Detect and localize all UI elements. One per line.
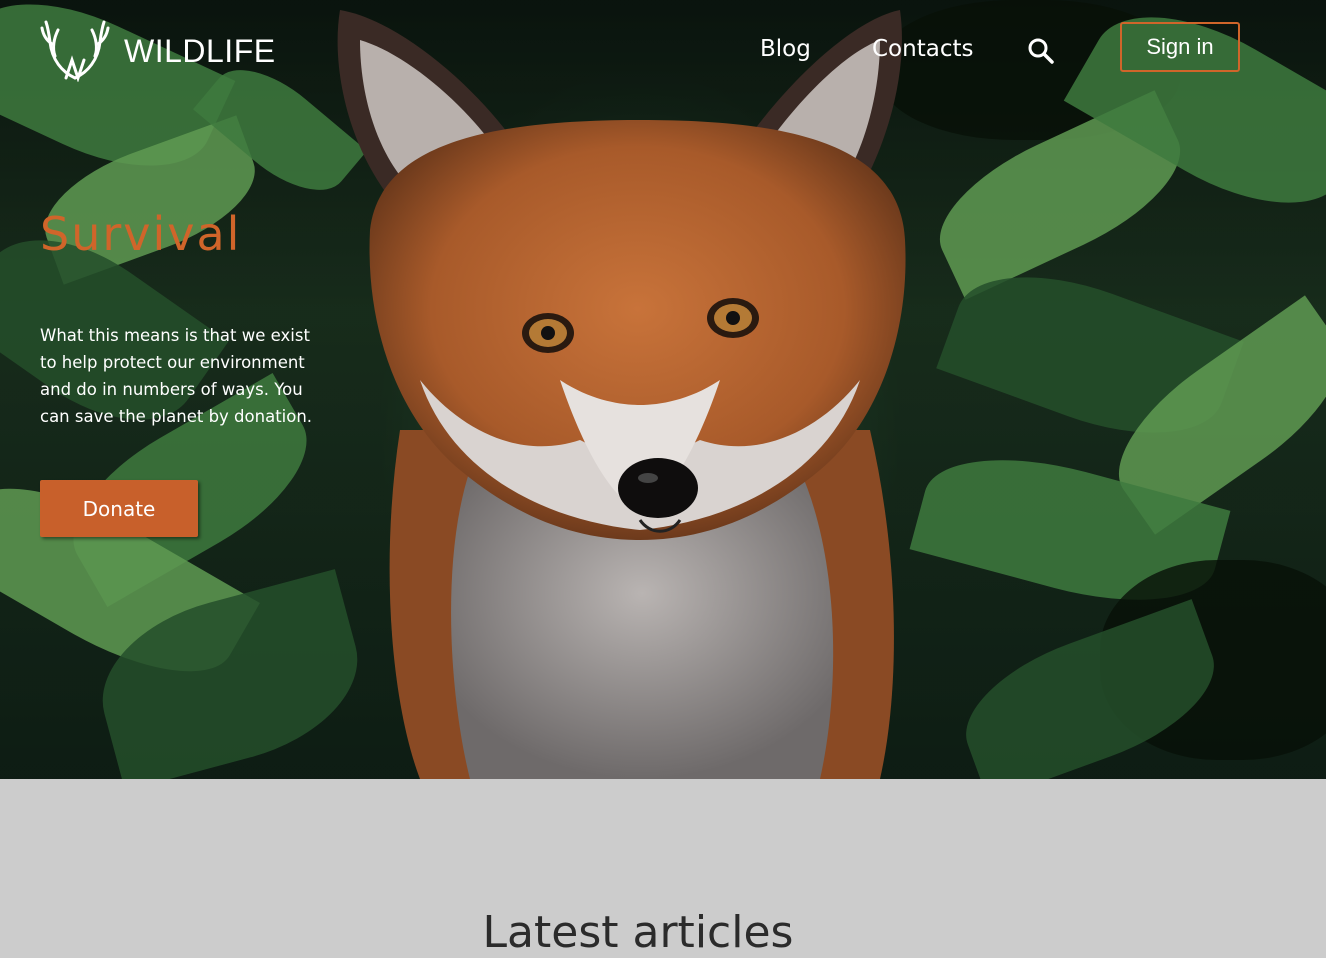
latest-articles-title: Latest articles bbox=[482, 907, 794, 958]
search-icon bbox=[1028, 38, 1054, 64]
hero-description: What this means is that we exist to help… bbox=[40, 326, 313, 426]
search-button[interactable] bbox=[1027, 37, 1055, 65]
nav-link-blog[interactable]: Blog bbox=[760, 36, 811, 62]
hero-title: Survival bbox=[40, 207, 242, 261]
site-logo[interactable]: WILDLIFE bbox=[40, 20, 276, 82]
latest-articles-section: Latest articles bbox=[0, 779, 1326, 958]
hero-section: WILDLIFE Blog Contacts Sign in Survival … bbox=[0, 0, 1326, 779]
nav-link-contacts[interactable]: Contacts bbox=[872, 36, 973, 62]
donate-button[interactable]: Donate bbox=[40, 480, 198, 537]
sign-in-button[interactable]: Sign in bbox=[1120, 22, 1240, 72]
antlers-icon bbox=[40, 20, 110, 82]
logo-text: WILDLIFE bbox=[124, 32, 276, 69]
